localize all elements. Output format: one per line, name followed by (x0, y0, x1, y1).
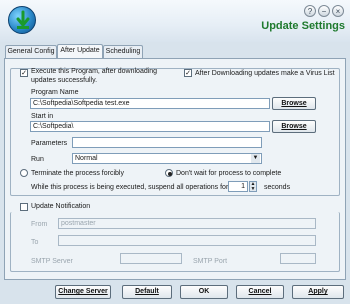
default-button[interactable]: Default (122, 285, 172, 299)
from-label: From (31, 221, 48, 228)
help-icon[interactable]: ? (304, 5, 316, 17)
close-icon[interactable]: × (332, 5, 344, 17)
seconds-label: seconds (264, 184, 291, 191)
update-notification-label: Update Notification (31, 203, 91, 210)
run-select-value: Normal (75, 155, 98, 162)
suspend-seconds-field[interactable]: 1 (228, 181, 248, 192)
dont-wait-radio[interactable] (165, 169, 173, 177)
terminate-label: Terminate the process forcibly (31, 170, 124, 177)
from-field[interactable]: postmaster (58, 218, 316, 229)
smtp-server-field[interactable] (120, 253, 182, 264)
program-name-field[interactable]: C:\Softpedia\Softpedia test.exe (30, 98, 270, 109)
smtp-port-field[interactable] (280, 253, 316, 264)
minimize-icon[interactable]: − (318, 5, 330, 17)
apply-button[interactable]: Apply (292, 285, 344, 299)
run-label: Run (31, 156, 44, 163)
execute-program-checkbox[interactable]: ✓ (20, 69, 28, 77)
start-in-field[interactable]: C:\Softpedia\ (30, 121, 270, 132)
parameters-field[interactable] (72, 137, 262, 148)
smtp-server-label: SMTP Server (31, 258, 73, 265)
browse-program-button[interactable]: Browse (272, 97, 316, 110)
window-title: Update Settings (261, 20, 345, 32)
dont-wait-label: Don't wait for process to complete (176, 170, 282, 177)
to-field[interactable] (58, 235, 316, 246)
virus-list-checkbox[interactable]: ✓ (184, 69, 192, 77)
tab-general-config[interactable]: General Config (5, 45, 57, 58)
change-server-button[interactable]: Change Server (55, 285, 111, 299)
update-notification-checkbox[interactable] (20, 203, 28, 211)
tab-scheduling[interactable]: Scheduling (103, 45, 143, 58)
browse-start-in-button[interactable]: Browse (272, 120, 316, 133)
app-logo-icon (8, 6, 36, 34)
suspend-spinner[interactable]: ▲ ▼ (249, 181, 257, 192)
suspend-label: While this process is being executed, su… (31, 184, 229, 191)
program-name-label: Program Name (31, 89, 79, 96)
to-label: To (31, 239, 39, 246)
chevron-down-icon[interactable]: ▼ (251, 154, 260, 163)
cancel-button[interactable]: Cancel (236, 285, 284, 299)
smtp-port-label: SMTP Port (193, 258, 228, 265)
parameters-label: Parameters (31, 140, 68, 147)
start-in-label: Start in (31, 113, 54, 120)
tab-after-update[interactable]: After Update (57, 44, 103, 58)
execute-program-label: Execute this Program, after downloading … (31, 68, 158, 84)
terminate-radio[interactable] (20, 169, 28, 177)
ok-button[interactable]: OK (180, 285, 228, 299)
run-select[interactable]: Normal ▼ (72, 153, 262, 164)
virus-list-label: After Downloading updates make a Virus L… (195, 70, 335, 77)
